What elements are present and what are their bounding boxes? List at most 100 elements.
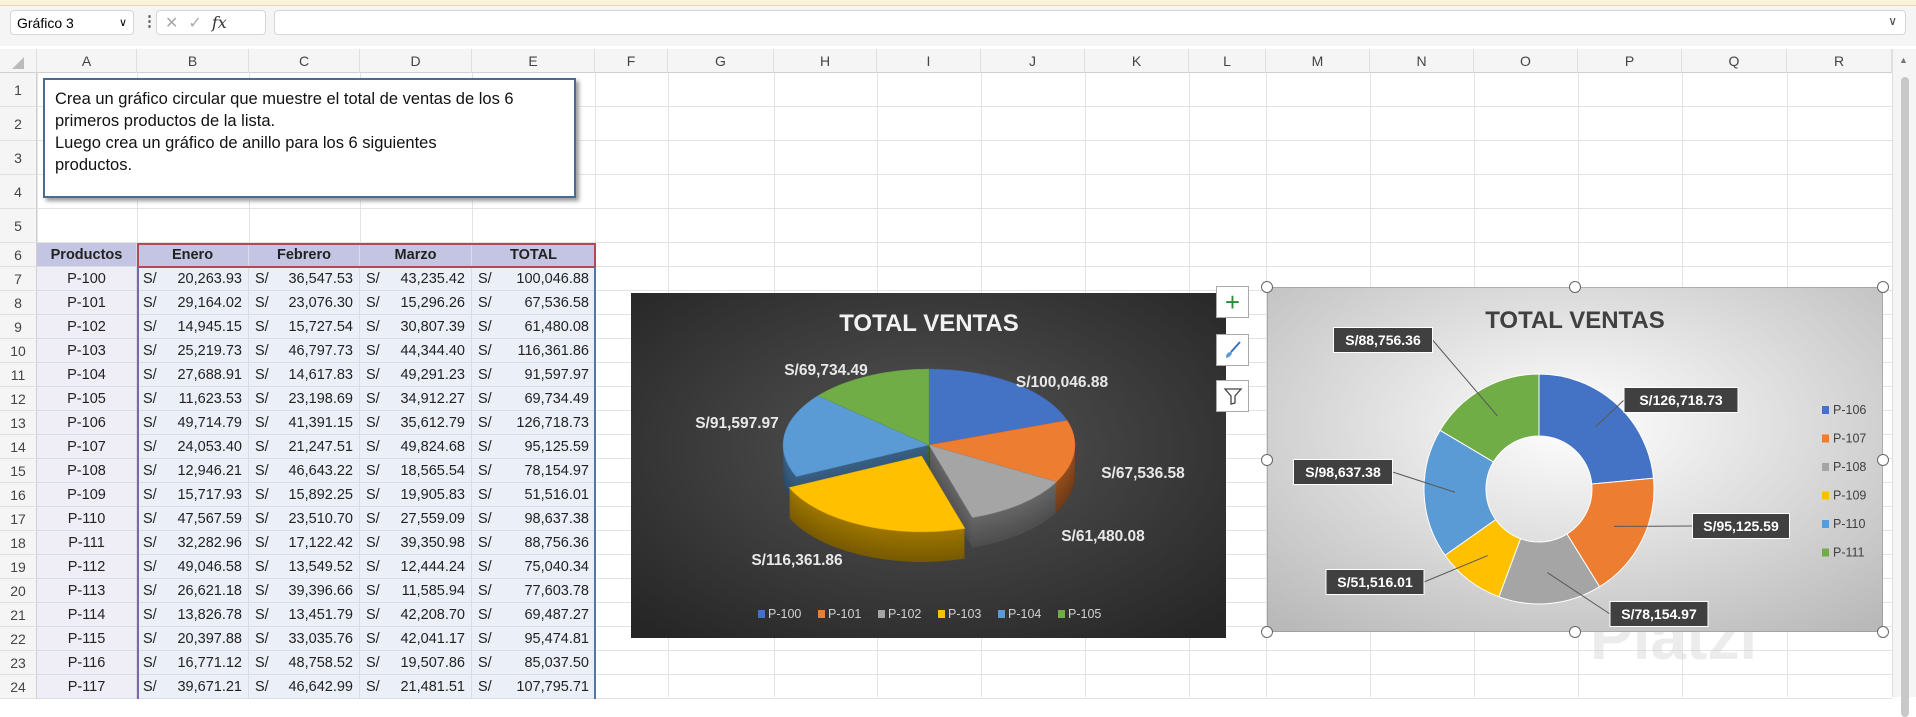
product-cell[interactable]: P-116 — [37, 651, 137, 675]
product-cell[interactable]: P-102 — [37, 315, 137, 339]
legend-label-P-111[interactable]: P-111 — [1833, 546, 1865, 560]
column-header-A[interactable]: A — [37, 49, 137, 73]
data-label-P-105[interactable]: S/69,734.49 — [784, 362, 868, 379]
product-cell[interactable]: P-105 — [37, 387, 137, 411]
column-header-I[interactable]: I — [877, 49, 981, 73]
instruction-textbox[interactable]: Crea un gráfico circular que muestre el … — [43, 78, 576, 198]
enter-icon[interactable]: ✓ — [188, 13, 201, 33]
row-header-2[interactable]: 2 — [0, 107, 37, 141]
legend-label-P-109[interactable]: P-109 — [1833, 489, 1866, 503]
row-header-19[interactable]: 19 — [0, 555, 37, 579]
column-header-Q[interactable]: Q — [1682, 49, 1787, 73]
header-cell-productos[interactable]: Productos — [37, 243, 137, 267]
data-label-P-102[interactable]: S/61,480.08 — [1061, 528, 1145, 545]
pie-chart[interactable]: TOTAL VENTAS S/100,046.88 S/67,536.58 S/61,… — [631, 293, 1226, 638]
row-header-16[interactable]: 16 — [0, 483, 37, 507]
row-header-6[interactable]: 6 — [0, 243, 37, 267]
row-header-13[interactable]: 13 — [0, 411, 37, 435]
legend-label-P-105[interactable]: P-105 — [1068, 607, 1101, 621]
product-cell[interactable]: P-110 — [37, 507, 137, 531]
legend-label-P-107[interactable]: P-107 — [1833, 432, 1866, 446]
legend-label-P-100[interactable]: P-100 — [768, 607, 801, 621]
legend-label-P-108[interactable]: P-108 — [1833, 460, 1866, 474]
select-all-corner[interactable] — [0, 49, 37, 73]
resize-handle[interactable] — [1261, 626, 1273, 638]
row-header-24[interactable]: 24 — [0, 675, 37, 699]
column-header-E[interactable]: E — [472, 49, 595, 73]
product-cell[interactable]: P-112 — [37, 555, 137, 579]
column-header-K[interactable]: K — [1085, 49, 1189, 73]
legend-label-P-101[interactable]: P-101 — [828, 607, 861, 621]
data-label-P-100[interactable]: S/100,046.88 — [1016, 374, 1109, 391]
product-cell[interactable]: P-106 — [37, 411, 137, 435]
chart-title[interactable]: TOTAL VENTAS — [1485, 307, 1665, 334]
row-header-1[interactable]: 1 — [0, 73, 37, 107]
row-header-21[interactable]: 21 — [0, 603, 37, 627]
column-header-M[interactable]: M — [1266, 49, 1370, 73]
row-header-12[interactable]: 12 — [0, 387, 37, 411]
chart-styles-button[interactable] — [1216, 334, 1249, 366]
product-cell[interactable]: P-100 — [37, 267, 137, 291]
chart-filters-button[interactable] — [1216, 380, 1249, 412]
row-header-10[interactable]: 10 — [0, 339, 37, 363]
product-cell[interactable]: P-114 — [37, 603, 137, 627]
product-cell[interactable]: P-104 — [37, 363, 137, 387]
column-header-F[interactable]: F — [595, 49, 668, 73]
row-header-18[interactable]: 18 — [0, 531, 37, 555]
resize-handle[interactable] — [1877, 454, 1889, 466]
product-cell[interactable]: P-108 — [37, 459, 137, 483]
row-header-8[interactable]: 8 — [0, 291, 37, 315]
row-header-5[interactable]: 5 — [0, 209, 37, 243]
product-cell[interactable]: P-111 — [37, 531, 137, 555]
row-header-15[interactable]: 15 — [0, 459, 37, 483]
insert-function-icon[interactable]: fx — [212, 13, 227, 32]
row-header-9[interactable]: 9 — [0, 315, 37, 339]
product-cell[interactable]: P-113 — [37, 579, 137, 603]
row-header-3[interactable]: 3 — [0, 141, 37, 175]
name-box[interactable]: Gráfico 3∨ — [10, 10, 134, 35]
row-header-4[interactable]: 4 — [0, 175, 37, 209]
column-header-H[interactable]: H — [774, 49, 877, 73]
legend-label-P-102[interactable]: P-102 — [888, 607, 921, 621]
chart-elements-button[interactable]: + — [1216, 286, 1249, 318]
scrollbar-thumb[interactable] — [1901, 77, 1909, 717]
row-header-11[interactable]: 11 — [0, 363, 37, 387]
column-header-C[interactable]: C — [249, 49, 360, 73]
row-header-20[interactable]: 20 — [0, 579, 37, 603]
resize-handle[interactable] — [1877, 281, 1889, 293]
data-label-P-104[interactable]: S/91,597.97 — [695, 415, 779, 432]
resize-handle[interactable] — [1261, 454, 1273, 466]
column-header-B[interactable]: B — [137, 49, 249, 73]
product-cell[interactable]: P-101 — [37, 291, 137, 315]
legend-label-P-103[interactable]: P-103 — [948, 607, 981, 621]
column-header-G[interactable]: G — [668, 49, 774, 73]
vertical-scrollbar[interactable]: ▲ — [1892, 49, 1916, 697]
expand-formula-icon[interactable]: ∨ — [1888, 14, 1897, 28]
column-header-J[interactable]: J — [981, 49, 1085, 73]
column-header-R[interactable]: R — [1787, 49, 1892, 73]
legend-label-P-104[interactable]: P-104 — [1008, 607, 1041, 621]
resize-handle[interactable] — [1261, 281, 1273, 293]
product-cell[interactable]: P-109 — [37, 483, 137, 507]
resize-handle[interactable] — [1569, 626, 1581, 638]
resize-handle[interactable] — [1877, 626, 1889, 638]
row-header-17[interactable]: 17 — [0, 507, 37, 531]
column-header-O[interactable]: O — [1474, 49, 1578, 73]
product-cell[interactable]: P-115 — [37, 627, 137, 651]
row-header-23[interactable]: 23 — [0, 651, 37, 675]
legend-label-P-106[interactable]: P-106 — [1833, 403, 1866, 417]
scroll-up-icon[interactable]: ▲ — [1899, 55, 1908, 65]
cancel-icon[interactable]: ✕ — [165, 13, 178, 33]
row-header-7[interactable]: 7 — [0, 267, 37, 291]
row-header-22[interactable]: 22 — [0, 627, 37, 651]
column-header-D[interactable]: D — [360, 49, 472, 73]
chart-title[interactable]: TOTAL VENTAS — [839, 310, 1019, 337]
legend-label-P-110[interactable]: P-110 — [1833, 517, 1865, 531]
data-label-P-101[interactable]: S/67,536.58 — [1101, 465, 1185, 482]
chevron-down-icon[interactable]: ∨ — [119, 16, 127, 29]
more-options-icon[interactable]: ⋮ — [142, 12, 157, 30]
product-cell[interactable]: P-117 — [37, 675, 137, 699]
column-header-L[interactable]: L — [1189, 49, 1266, 73]
formula-input[interactable]: ∨ — [274, 10, 1906, 35]
row-header-14[interactable]: 14 — [0, 435, 37, 459]
